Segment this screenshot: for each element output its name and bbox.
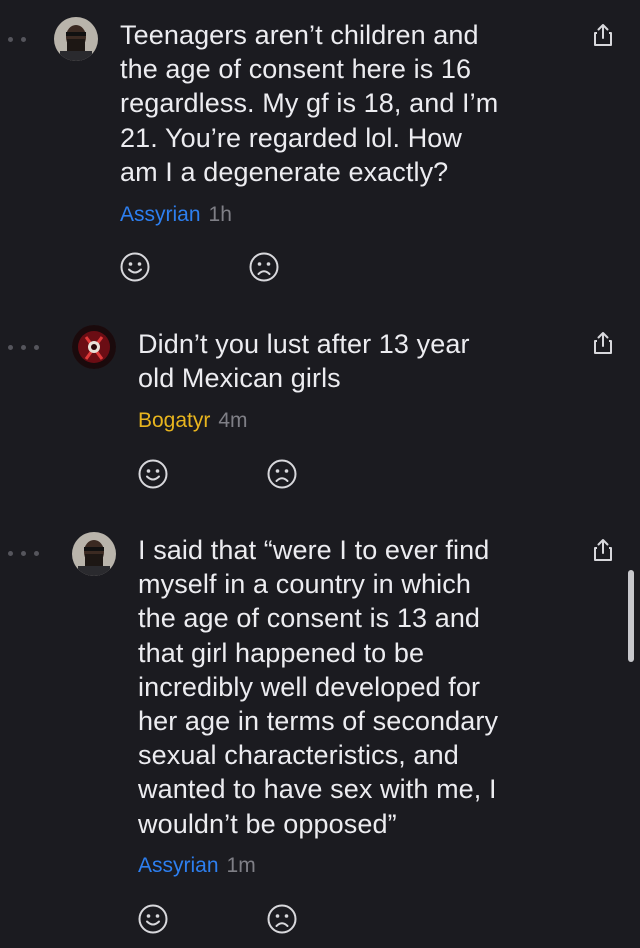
avatar[interactable] xyxy=(72,532,116,576)
author-name[interactable]: Assyrian xyxy=(138,854,219,877)
comment-line: Teenagers aren’t children and xyxy=(120,20,479,50)
timestamp: 4m xyxy=(218,409,248,432)
share-icon[interactable] xyxy=(591,537,615,563)
avatar[interactable] xyxy=(54,17,98,61)
comment-line: I said that “were I to ever find xyxy=(138,535,490,565)
comment-line: 21. You’re regarded lol. How xyxy=(120,122,463,153)
scrollbar[interactable] xyxy=(628,570,634,662)
comment-line: myself in a country in which xyxy=(138,569,471,600)
timestamp: 1h xyxy=(208,203,232,226)
more-dots-icon[interactable] xyxy=(8,37,26,42)
comment-line: Didn’t you lust after 13 year xyxy=(138,329,470,359)
comment-meta: Bogatyr 4m xyxy=(138,409,248,433)
comment-line: wouldn’t be opposed” xyxy=(138,808,397,839)
smiley-face-icon[interactable] xyxy=(137,458,169,490)
comment-line: am I a degenerate exactly? xyxy=(120,156,449,187)
comment-line: the age of consent is 13 and xyxy=(138,603,481,634)
share-icon[interactable] xyxy=(591,330,615,356)
more-dots-icon[interactable] xyxy=(8,345,39,350)
comment-line: wanted to have sex with me, I xyxy=(138,774,497,805)
frown-face-icon[interactable] xyxy=(266,458,298,490)
comment-line: sexual characteristics, and xyxy=(138,740,459,771)
author-name[interactable]: Assyrian xyxy=(120,203,201,226)
comment-line: her age in terms of secondary xyxy=(138,706,499,737)
comment-line: the age of consent here is 16 xyxy=(120,54,472,85)
frown-face-icon[interactable] xyxy=(266,903,298,935)
comment-line: incredibly well developed for xyxy=(138,671,481,702)
share-icon[interactable] xyxy=(591,22,615,48)
comment-body: Teenagers aren’t children and the age of… xyxy=(120,18,498,189)
comment-line: old Mexican girls xyxy=(138,363,341,394)
smiley-face-icon[interactable] xyxy=(119,251,151,283)
avatar[interactable] xyxy=(72,325,116,369)
frown-face-icon[interactable] xyxy=(248,251,280,283)
comment-body: Didn’t you lust after 13 year old Mexica… xyxy=(138,327,470,395)
comment-meta: Assyrian 1h xyxy=(120,203,232,227)
comment-meta: Assyrian 1m xyxy=(138,854,256,878)
author-name[interactable]: Bogatyr xyxy=(138,409,210,432)
timestamp: 1m xyxy=(226,854,256,877)
smiley-face-icon[interactable] xyxy=(137,903,169,935)
comment-body: I said that “were I to ever find myself … xyxy=(138,533,498,841)
comment-line: that girl happened to be xyxy=(138,637,425,668)
comment-line: regardless. My gf is 18, and I’m xyxy=(120,88,499,119)
more-dots-icon[interactable] xyxy=(8,551,39,556)
